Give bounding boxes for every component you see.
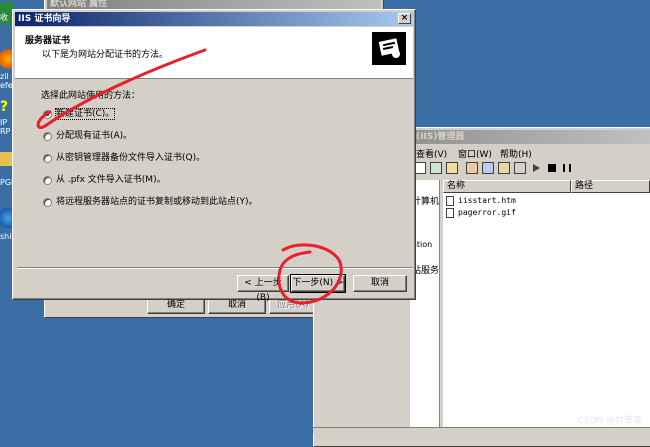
annotation-overlay: [36, 48, 343, 305]
annotation-arrow-stroke: [36, 48, 207, 129]
annotation-circle-next: [277, 243, 343, 305]
watermark: CSDN @竹等寒: [577, 416, 642, 426]
